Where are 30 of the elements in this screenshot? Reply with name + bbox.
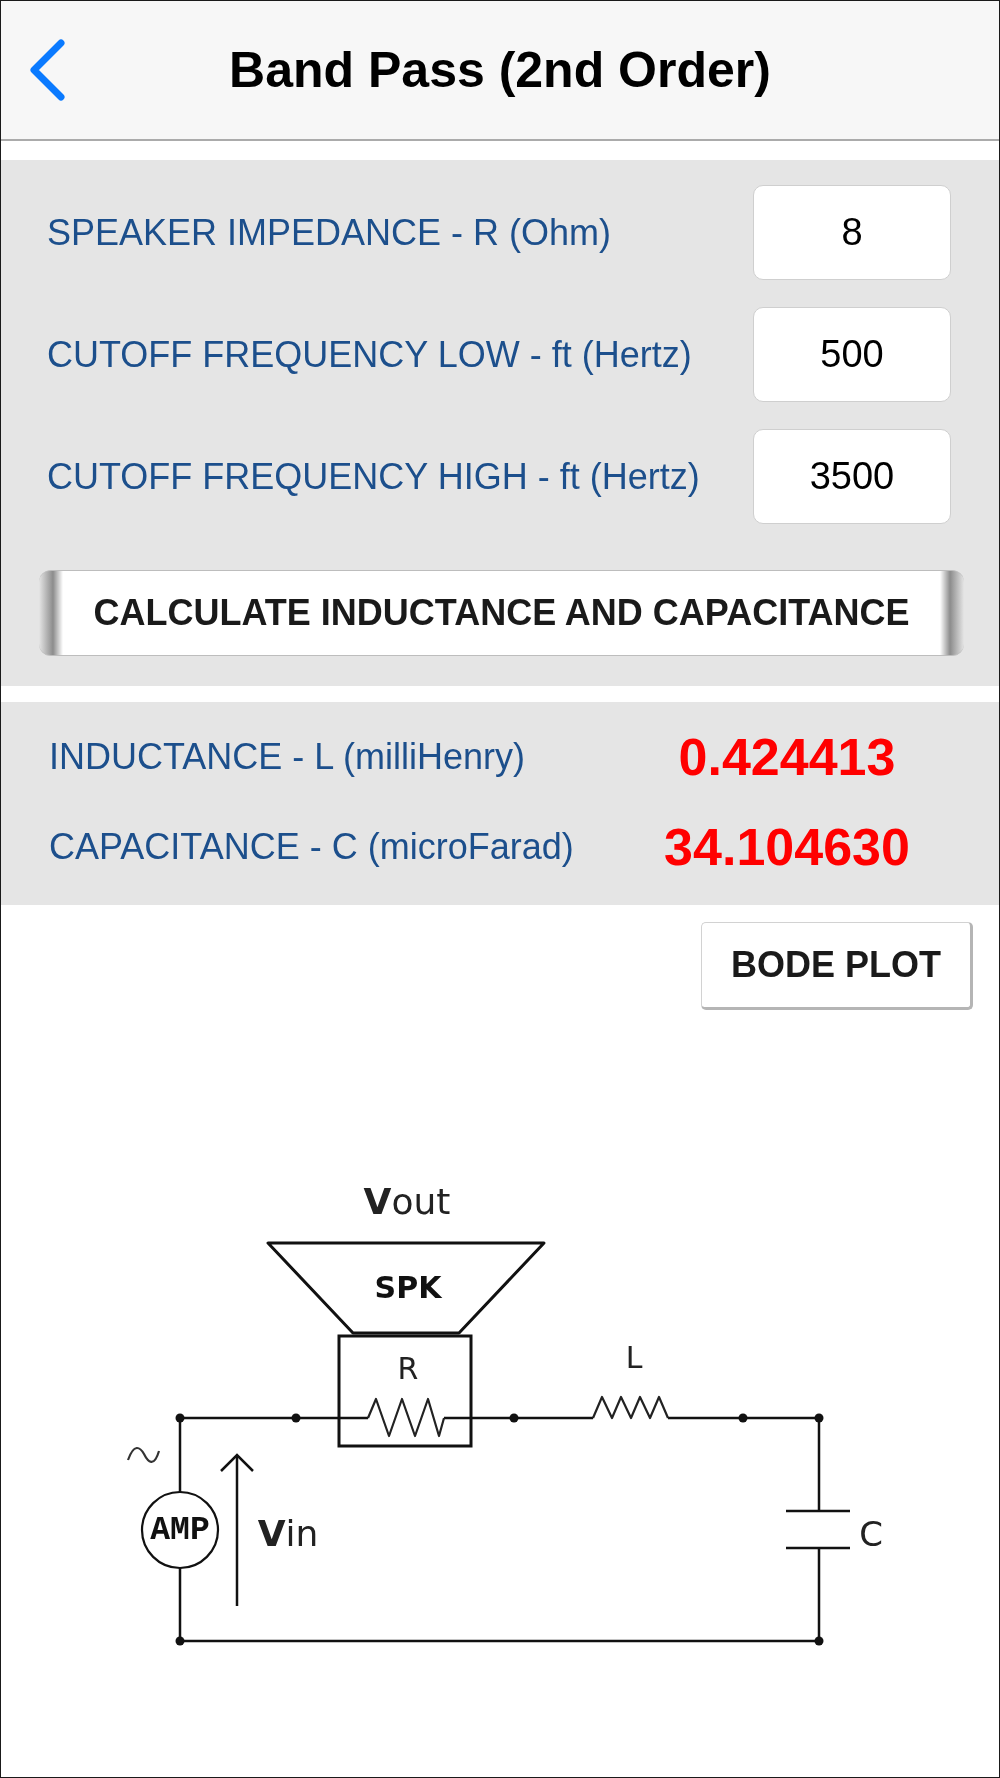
junction-dot xyxy=(814,1636,824,1646)
junction-dot xyxy=(509,1413,519,1423)
capacitor-label: C xyxy=(859,1517,883,1551)
result-label: CAPACITANCE - C (microFarad) xyxy=(49,826,575,868)
chevron-left-icon xyxy=(29,39,66,101)
result-label: INDUCTANCE - L (milliHenry) xyxy=(49,736,526,778)
input-field[interactable]: 500 xyxy=(753,307,951,402)
field-label: SPEAKER IMPEDANCE - R (Ohm) xyxy=(47,211,613,254)
junction-dot xyxy=(291,1413,301,1423)
junction-dot xyxy=(814,1413,824,1423)
screen-title: Band Pass (2nd Order) xyxy=(229,41,771,99)
input-field[interactable]: 3500 xyxy=(753,429,951,524)
input-voltage-label: Vin xyxy=(257,1516,319,1552)
wave-icon xyxy=(126,1447,161,1463)
field-label: CUTOFF FREQUENCY LOW - ft (Hertz) xyxy=(47,333,693,376)
output-voltage-label: Vout xyxy=(363,1184,451,1220)
input-field[interactable]: 8 xyxy=(753,185,951,280)
result-value: 0.424413 xyxy=(678,727,896,787)
result-value: 34.104630 xyxy=(664,817,910,877)
bode-plot-button[interactable]: BODE PLOT xyxy=(701,922,973,1010)
amplifier-label: AMP xyxy=(150,1513,210,1547)
junction-dot xyxy=(738,1413,748,1423)
speaker-label: SPK xyxy=(374,1273,442,1303)
junction-dot xyxy=(175,1636,185,1646)
resistor-label: R xyxy=(397,1354,419,1384)
inductor-label: L xyxy=(625,1343,643,1373)
junction-dot xyxy=(175,1413,185,1423)
field-label: CUTOFF FREQUENCY HIGH - ft (Hertz) xyxy=(47,455,701,498)
capacitor-symbol xyxy=(786,1509,850,1550)
calculate-button[interactable]: CALCULATE INDUCTANCE AND CAPACITANCE xyxy=(39,570,964,656)
